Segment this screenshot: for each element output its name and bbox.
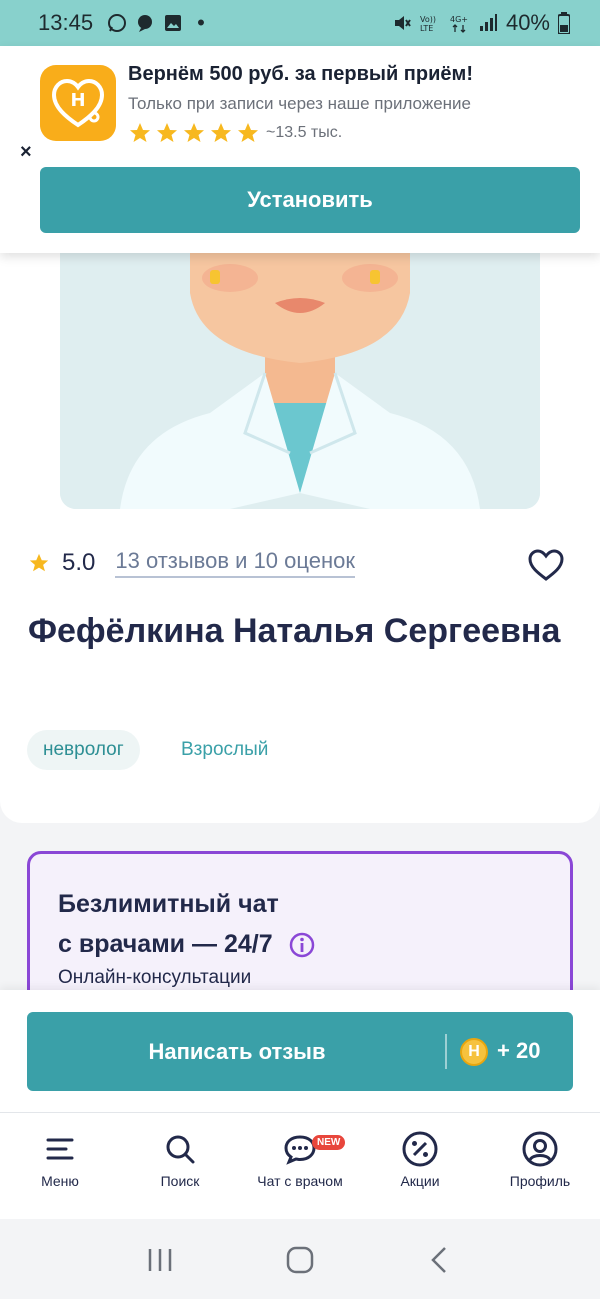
notification-dot: • — [197, 10, 205, 35]
banner-close-button[interactable]: × — [20, 141, 32, 164]
profile-icon — [522, 1131, 558, 1167]
promo-title-line1: Безлимитный чат — [58, 890, 279, 918]
banner-rating-count: ~13.5 тыс. — [266, 124, 343, 141]
doctor-illustration — [60, 253, 540, 509]
menu-icon — [46, 1138, 74, 1160]
svg-text:Vo)): Vo)) — [420, 15, 436, 24]
banner-rating: ~13.5 тыс. — [128, 121, 342, 145]
write-review-button[interactable]: Написать отзыв Н + 20 — [27, 1012, 573, 1091]
chat-icon — [284, 1135, 316, 1165]
review-bonus: + 20 — [497, 1038, 541, 1063]
svg-text:Н: Н — [70, 90, 85, 111]
app-logo-icon: Н — [40, 65, 116, 141]
chat-bubble-icon — [138, 15, 153, 32]
tab-promotions[interactable]: Акции — [360, 1113, 480, 1219]
4g-icon: 4G+ — [450, 15, 468, 33]
star-icon — [157, 123, 177, 142]
install-button[interactable]: Установить — [40, 167, 580, 233]
rating-value: 5.0 — [62, 549, 96, 576]
status-bar: 13:45 • Vo)) LTE 4G+ 40% — [0, 0, 600, 46]
tab-label: Акции — [400, 1173, 440, 1189]
android-nav-bar — [0, 1220, 600, 1299]
new-badge: NEW — [312, 1135, 346, 1150]
rating-row: 5.0 13 отзывов и 10 оценок — [28, 548, 355, 578]
doctor-photo — [60, 253, 540, 509]
banner-title: Вернём 500 руб. за первый приём! — [128, 63, 473, 85]
star-icon — [238, 123, 258, 142]
svg-text:LTE: LTE — [420, 24, 433, 33]
search-icon — [166, 1135, 195, 1164]
star-icon — [211, 123, 231, 142]
image-icon — [165, 15, 182, 31]
favorite-heart-icon[interactable] — [526, 546, 566, 586]
review-bar: Написать отзыв Н + 20 — [0, 990, 600, 1112]
promo-title: Безлимитный чат с врачами — 24/7 — [58, 884, 316, 964]
age-group-label[interactable]: Взрослый — [181, 739, 268, 761]
battery-percent: 40% — [505, 10, 550, 35]
tab-label: Чат с врачом — [257, 1173, 343, 1189]
recent-apps-icon[interactable] — [145, 1245, 175, 1275]
reviews-link[interactable]: 13 отзывов и 10 оценок — [115, 548, 355, 578]
promo-subtitle: Онлайн-консультации — [58, 967, 252, 988]
tab-search[interactable]: Поиск — [120, 1113, 240, 1219]
status-time: 13:45 — [38, 10, 94, 35]
star-icon — [130, 123, 150, 142]
star-icon — [184, 123, 204, 142]
tab-label: Поиск — [160, 1173, 200, 1189]
specialty-chip[interactable]: невролог — [27, 730, 140, 770]
promo-title-line2: с врачами — 24/7 — [58, 930, 273, 958]
battery-icon — [558, 12, 570, 34]
whatsapp-icon — [108, 14, 127, 32]
svg-text:4G+: 4G+ — [450, 15, 468, 24]
tab-label: Профиль — [509, 1173, 571, 1189]
app-install-banner: Н Вернём 500 руб. за первый приём! Тольк… — [0, 46, 600, 253]
tab-profile[interactable]: Профиль — [480, 1113, 600, 1219]
back-icon[interactable] — [425, 1245, 455, 1275]
coin-icon: Н — [460, 1038, 488, 1066]
doctor-name: Фефёлкина Наталья Сергеевна — [28, 612, 561, 650]
bottom-tab-bar: Меню Поиск NEW Чат с врачом Акции Профил… — [0, 1112, 600, 1219]
signal-icon — [479, 14, 497, 31]
percent-icon — [402, 1131, 438, 1167]
info-icon[interactable] — [288, 931, 316, 959]
review-divider — [445, 1034, 447, 1069]
banner-subtitle: Только при записи через наше приложение — [128, 94, 471, 113]
star-icon — [29, 553, 49, 572]
mute-icon — [394, 16, 411, 30]
write-review-label: Написать отзыв — [148, 1038, 326, 1064]
tab-label: Меню — [41, 1173, 79, 1189]
tab-menu[interactable]: Меню — [0, 1113, 120, 1219]
home-icon[interactable] — [285, 1245, 315, 1275]
tab-chat[interactable]: NEW Чат с врачом — [240, 1113, 360, 1219]
volte-icon: Vo))LTE — [420, 15, 436, 33]
